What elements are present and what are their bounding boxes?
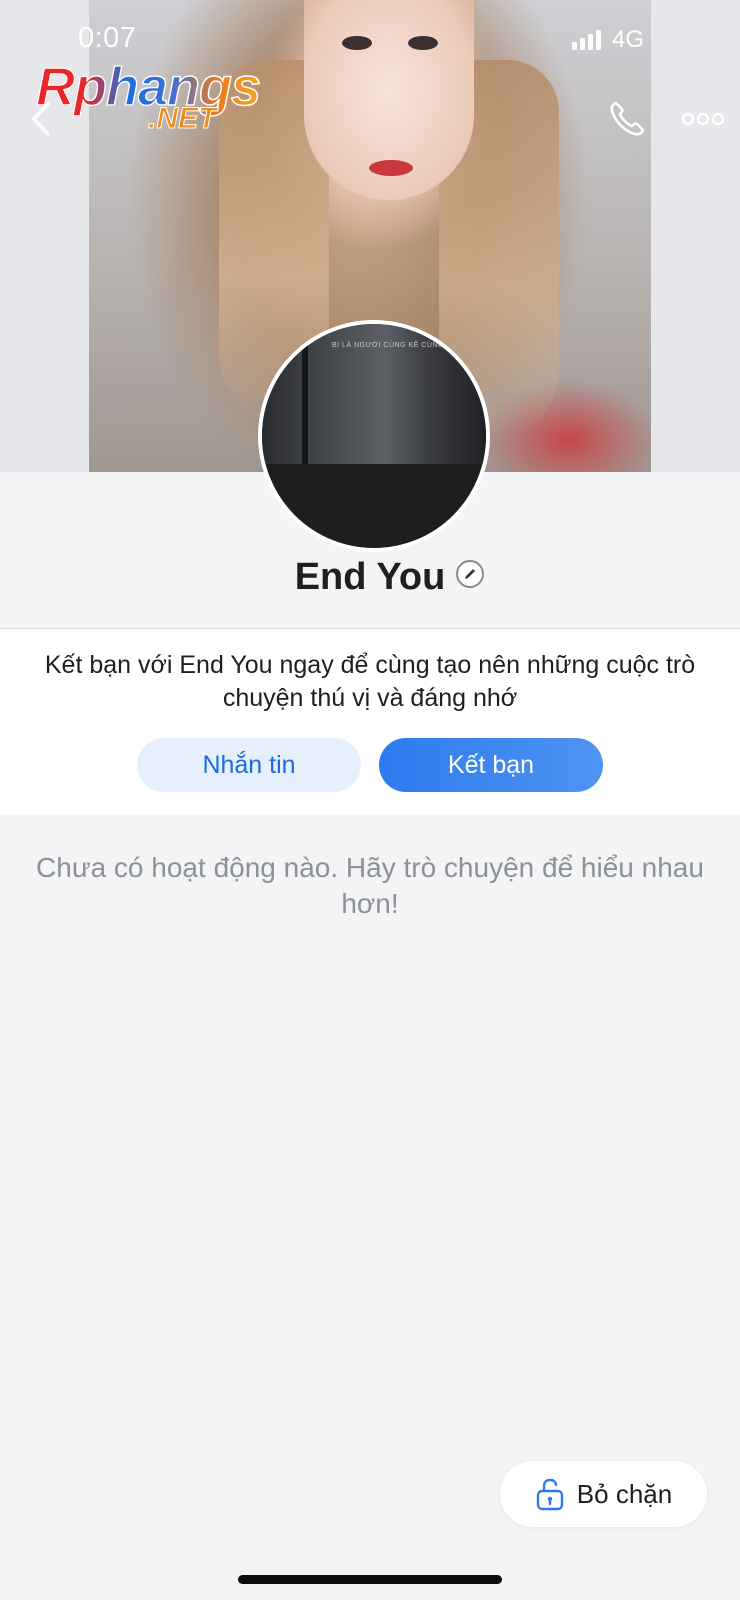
message-button[interactable]: Nhắn tin xyxy=(137,738,361,792)
unblock-label: Bỏ chặn xyxy=(576,1478,673,1509)
profile-name: End You xyxy=(294,556,446,598)
back-button[interactable] xyxy=(24,96,58,142)
friend-invite-card: Kết bạn với End You ngay để cùng tạo nên… xyxy=(0,629,740,815)
watermark-logo: Rphangs .NET xyxy=(35,56,266,140)
avatar-caption: BI LÀ NGƯỜI CÙNG KÊ CÙNG EM xyxy=(332,342,458,349)
chevron-left-icon xyxy=(32,102,50,136)
profile-name-row: End You xyxy=(0,556,740,599)
status-time: 0:07 xyxy=(78,22,137,54)
more-button[interactable] xyxy=(678,96,728,142)
cover-photo-face xyxy=(304,0,474,200)
cover-photo-eye xyxy=(342,36,372,50)
unblock-button[interactable]: Bỏ chặn xyxy=(500,1461,707,1527)
signal-icon xyxy=(572,30,601,50)
avatar[interactable]: BI LÀ NGƯỜI CÙNG KÊ CÙNG EM xyxy=(258,320,490,552)
call-button[interactable] xyxy=(602,96,652,142)
network-type: 4G xyxy=(612,26,645,53)
cover-photo-lips xyxy=(369,160,413,176)
home-indicator[interactable] xyxy=(238,1575,502,1584)
add-friend-button[interactable]: Kết bạn xyxy=(379,738,603,792)
empty-activity-text: Chưa có hoạt động nào. Hãy trò chuyện để… xyxy=(36,852,704,919)
edit-name-button[interactable] xyxy=(456,560,484,588)
more-dots-icon xyxy=(681,112,725,126)
unlock-icon xyxy=(536,1478,563,1511)
watermark-logo-sub: .NET xyxy=(147,102,217,136)
avatar-image-screen: BI LÀ NGƯỜI CÙNG KÊ CÙNG EM xyxy=(262,324,486,464)
phone-icon xyxy=(610,101,645,136)
pencil-icon xyxy=(465,569,475,579)
avatar-image-bar xyxy=(302,324,308,464)
friend-invite-text: Kết bạn với End You ngay để cùng tạo nên… xyxy=(44,651,696,712)
cover-photo-eye xyxy=(408,36,438,50)
